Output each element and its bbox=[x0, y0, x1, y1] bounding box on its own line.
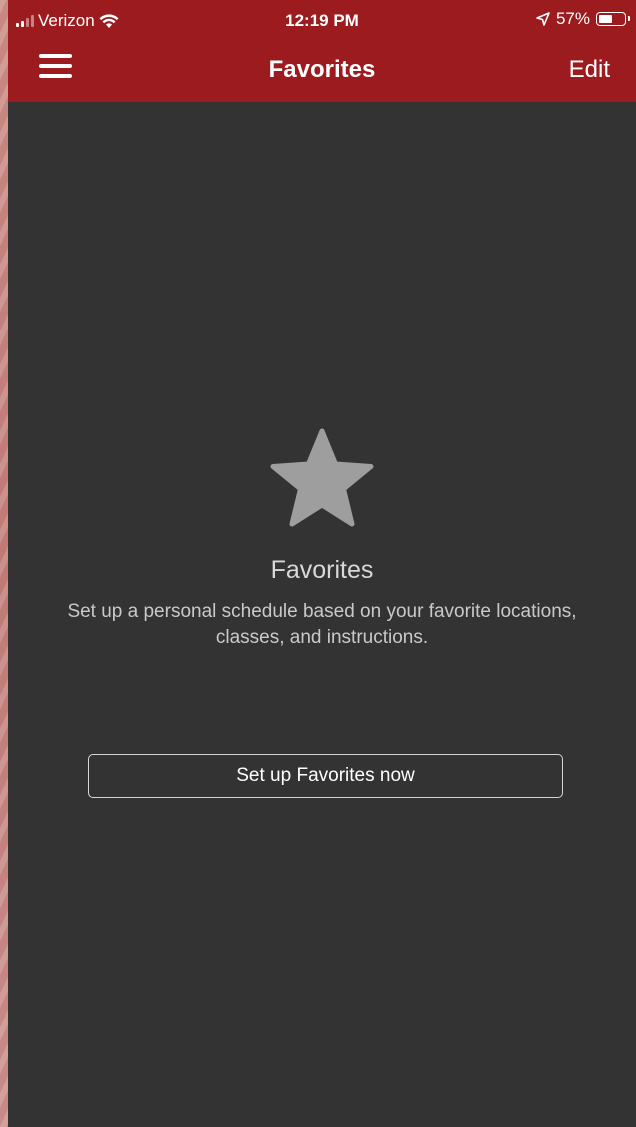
location-arrow-icon bbox=[536, 12, 550, 26]
empty-state: Favorites Set up a personal schedule bas… bbox=[8, 428, 636, 651]
status-bar: Verizon 12:19 PM 57% bbox=[8, 0, 636, 40]
empty-state-title: Favorites bbox=[270, 556, 374, 584]
status-right: 57% bbox=[536, 9, 630, 29]
battery-fill bbox=[599, 15, 612, 23]
phone-screen: Verizon 12:19 PM 57% Favorites Edit Favo… bbox=[8, 0, 636, 1127]
edit-button[interactable]: Edit bbox=[569, 56, 610, 84]
app-header: Verizon 12:19 PM 57% Favorites Edit bbox=[8, 0, 636, 102]
battery-cap bbox=[628, 16, 630, 21]
nav-bar: Favorites Edit bbox=[8, 40, 636, 102]
empty-state-description: Set up a personal schedule based on your… bbox=[67, 601, 577, 648]
battery-icon bbox=[596, 12, 630, 26]
battery-percent: 57% bbox=[555, 9, 590, 28]
setup-favorites-button[interactable]: Set up Favorites now bbox=[88, 754, 563, 798]
star-icon bbox=[270, 428, 374, 527]
page-title: Favorites bbox=[268, 56, 376, 83]
